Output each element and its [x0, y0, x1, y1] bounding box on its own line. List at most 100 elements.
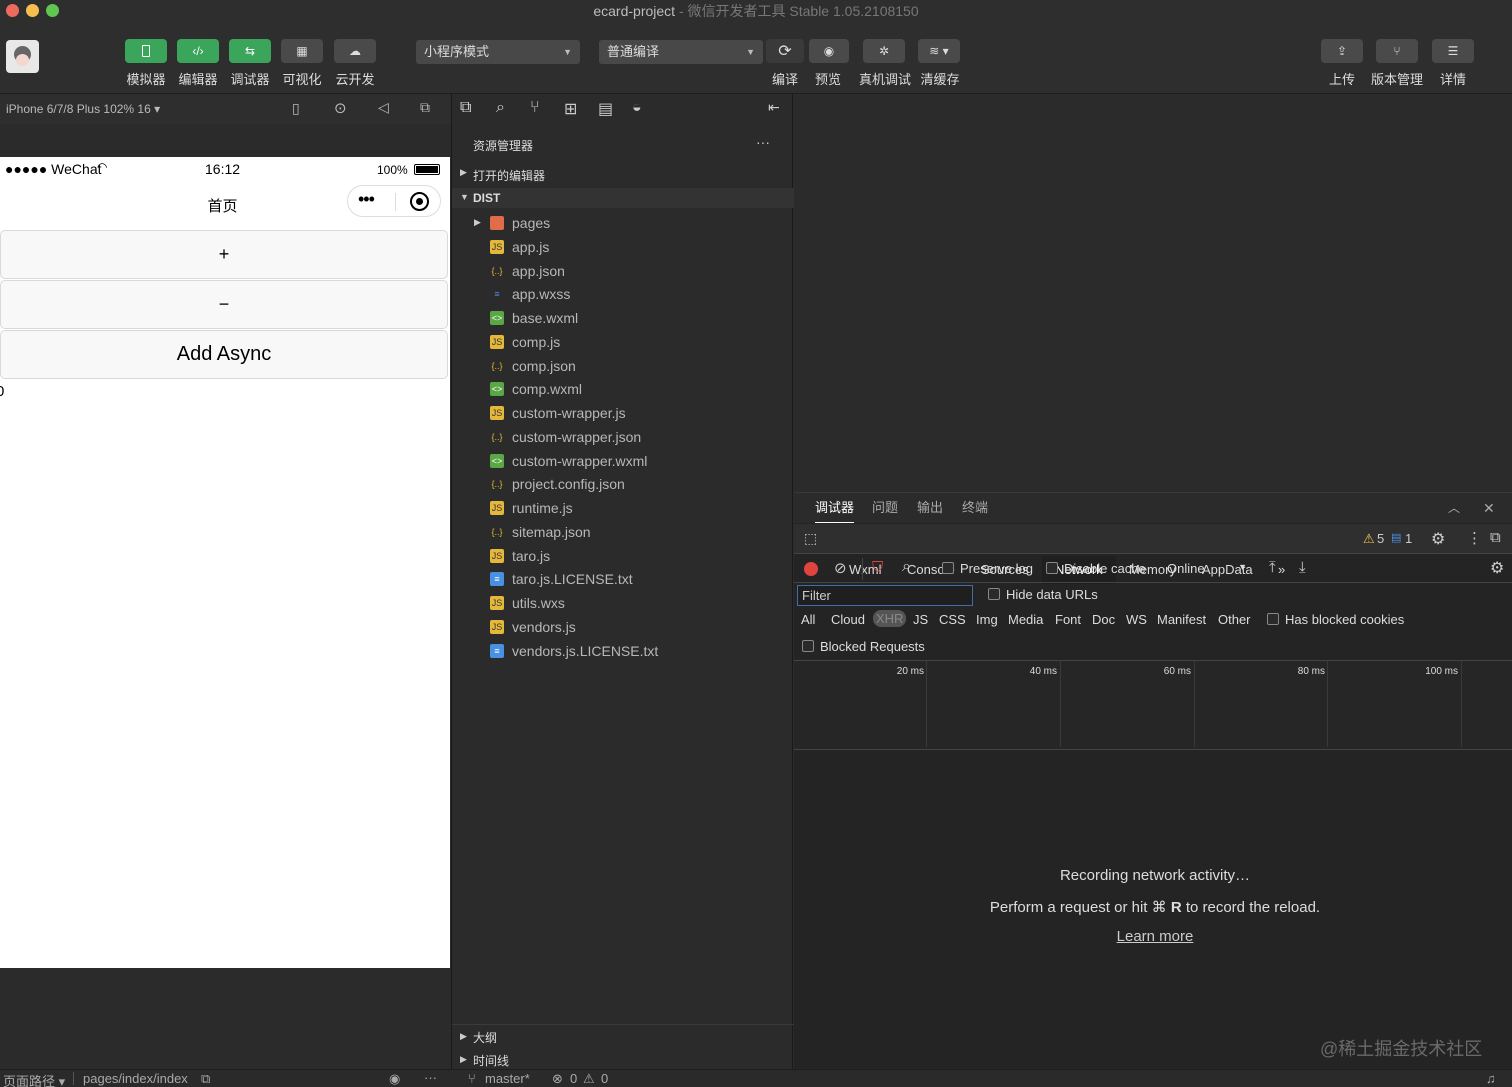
details-button[interactable]: ☰: [1432, 39, 1474, 63]
source-control-icon[interactable]: ⑂: [530, 99, 540, 117]
search-icon[interactable]: ⌕: [496, 99, 505, 117]
clear-cache-button[interactable]: ≋ ▾: [918, 39, 960, 63]
hide-data-urls-checkbox[interactable]: Hide data URLs: [988, 587, 1098, 602]
warning-count[interactable]: 0: [601, 1071, 608, 1086]
filter-ws[interactable]: WS: [1126, 612, 1147, 627]
inspect-icon[interactable]: ⬚: [804, 530, 817, 547]
file-item[interactable]: JS utils.wxs: [452, 592, 794, 614]
files-icon[interactable]: ⧉: [460, 99, 471, 117]
docker-icon[interactable]: ◒: [632, 99, 642, 117]
more-icon[interactable]: ···: [756, 134, 770, 150]
error-count[interactable]: 0: [570, 1071, 577, 1086]
file-item[interactable]: {..} comp.json: [452, 355, 794, 377]
file-item[interactable]: JS app.js: [452, 236, 794, 258]
copy-icon[interactable]: ⧉: [201, 1071, 210, 1087]
tab-debugger[interactable]: 调试器: [815, 493, 855, 523]
tab-output[interactable]: 输出: [917, 493, 943, 523]
dock-icon[interactable]: ⧉: [1490, 529, 1501, 546]
kebab-menu-icon[interactable]: ⋮: [1467, 529, 1482, 547]
bell-icon[interactable]: ♫: [1486, 1071, 1496, 1086]
close-mini-program-icon[interactable]: [410, 192, 429, 211]
file-item[interactable]: <> comp.wxml: [452, 378, 794, 400]
zoom-window-button[interactable]: [46, 4, 59, 17]
disable-cache-checkbox[interactable]: Disable cache: [1046, 561, 1146, 576]
avatar[interactable]: [6, 40, 39, 73]
timeline-section[interactable]: ▶ 时间线: [452, 1048, 794, 1068]
preserve-log-checkbox[interactable]: Preserve log: [942, 561, 1033, 576]
filter-manifest[interactable]: Manifest: [1157, 612, 1206, 627]
filter-cloud[interactable]: Cloud: [831, 612, 865, 627]
debugger-toggle-button[interactable]: ⇆: [229, 39, 271, 63]
file-item[interactable]: {..} custom-wrapper.json: [452, 426, 794, 448]
gear-icon[interactable]: ⚙: [1490, 558, 1504, 578]
mode-select[interactable]: 小程序模式 ▼: [416, 40, 580, 64]
device-select[interactable]: iPhone 6/7/8 Plus 102% 16 ▾: [6, 102, 160, 116]
collapse-panel-icon[interactable]: ⇤: [768, 99, 780, 116]
file-item[interactable]: {..} app.json: [452, 260, 794, 282]
filter-doc[interactable]: Doc: [1092, 612, 1115, 627]
simulator-toggle-button[interactable]: [125, 39, 167, 63]
warning-count[interactable]: 5: [1377, 531, 1384, 546]
filter-font[interactable]: Font: [1055, 612, 1081, 627]
file-item[interactable]: {..} sitemap.json: [452, 521, 794, 543]
file-item[interactable]: <> base.wxml: [452, 307, 794, 329]
close-icon[interactable]: ✕: [1483, 493, 1495, 523]
file-item[interactable]: JS custom-wrapper.js: [452, 402, 794, 424]
import-har-icon[interactable]: ⤒: [1269, 559, 1276, 576]
outline-section[interactable]: ▶ 大纲: [452, 1024, 794, 1045]
gear-icon[interactable]: ⚙: [1431, 529, 1445, 549]
export-har-icon[interactable]: ⤓: [1299, 559, 1306, 576]
close-window-button[interactable]: [6, 4, 19, 17]
decrement-button[interactable]: −: [0, 280, 448, 329]
file-item[interactable]: JS vendors.js: [452, 616, 794, 638]
network-overview[interactable]: 20 ms 40 ms 60 ms 80 ms 100 ms: [794, 660, 1512, 750]
folder-item[interactable]: ▶ pages: [452, 212, 794, 234]
file-item[interactable]: ≡ vendors.js.LICENSE.txt: [452, 640, 794, 662]
dist-section[interactable]: ▼ DIST: [452, 188, 794, 208]
compile-mode-select[interactable]: 普通编译 ▼: [599, 40, 763, 64]
more-dots-icon[interactable]: •••: [358, 189, 375, 210]
file-item[interactable]: JS runtime.js: [452, 497, 794, 519]
git-branch[interactable]: master*: [485, 1071, 530, 1086]
open-editors-section[interactable]: ▶ 打开的编辑器: [452, 164, 794, 184]
popout-icon[interactable]: ⧉: [420, 99, 430, 116]
file-item[interactable]: ≡ app.wxss: [452, 283, 794, 305]
eye-icon[interactable]: ◉: [389, 1071, 400, 1087]
chevron-up-icon[interactable]: ︿: [1448, 493, 1460, 523]
editor-toggle-button[interactable]: ‹/›: [177, 39, 219, 63]
filter-other[interactable]: Other: [1218, 612, 1251, 627]
has-blocked-cookies-checkbox[interactable]: Has blocked cookies: [1267, 612, 1404, 627]
file-item[interactable]: ≡ taro.js.LICENSE.txt: [452, 568, 794, 590]
clear-icon[interactable]: ⊘: [834, 559, 847, 577]
blocked-requests-checkbox[interactable]: Blocked Requests: [802, 639, 925, 654]
page-path-select[interactable]: 页面路径 ▾: [3, 1071, 65, 1087]
message-count[interactable]: 1: [1405, 531, 1412, 546]
filter-css[interactable]: CSS: [939, 612, 966, 627]
phone-icon[interactable]: ▯: [292, 100, 300, 117]
layout-icon[interactable]: ▤: [598, 99, 613, 119]
record-icon[interactable]: [804, 562, 818, 576]
tab-problems[interactable]: 问题: [872, 493, 898, 523]
file-item[interactable]: JS comp.js: [452, 331, 794, 353]
add-async-button[interactable]: Add Async: [0, 330, 448, 379]
stop-icon[interactable]: ⊙: [334, 99, 347, 117]
compile-button[interactable]: ⟳: [766, 39, 804, 63]
real-device-debug-button[interactable]: ✲: [863, 39, 905, 63]
upload-button[interactable]: ⇪: [1321, 39, 1363, 63]
cloud-dev-button[interactable]: ☁: [334, 39, 376, 63]
tab-terminal[interactable]: 终端: [962, 493, 988, 523]
throttle-select[interactable]: Online ▼: [1167, 561, 1247, 576]
learn-more-link[interactable]: Learn more: [1117, 928, 1194, 945]
visual-button[interactable]: ▦: [281, 39, 323, 63]
file-item[interactable]: JS taro.js: [452, 545, 794, 567]
preview-button[interactable]: ◉: [809, 39, 849, 63]
filter-js[interactable]: JS: [913, 612, 928, 627]
filter-media[interactable]: Media: [1008, 612, 1043, 627]
filter-icon[interactable]: ⛉: [872, 559, 883, 576]
more-icon[interactable]: ···: [424, 1070, 437, 1085]
extensions-icon[interactable]: ⊞: [564, 99, 577, 119]
filter-all[interactable]: All: [801, 612, 815, 627]
filter-img[interactable]: Img: [976, 612, 998, 627]
increment-button[interactable]: +: [0, 230, 448, 279]
search-icon[interactable]: ⌕: [902, 558, 911, 576]
